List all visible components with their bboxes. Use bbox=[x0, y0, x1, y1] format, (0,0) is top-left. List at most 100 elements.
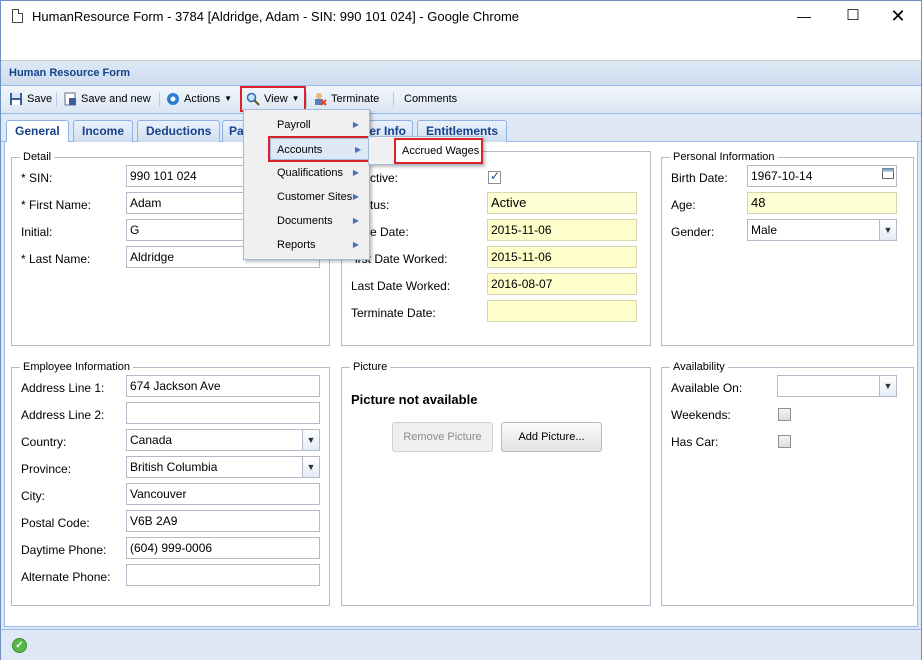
accounts-submenu: Accrued Wages bbox=[368, 136, 483, 165]
city-label: City: bbox=[21, 489, 45, 503]
terminate-date-label: Terminate Date: bbox=[351, 306, 436, 320]
last-date-worked-label: Last Date Worked: bbox=[351, 279, 451, 293]
first-name-label: * First Name: bbox=[21, 198, 92, 212]
birth-date-field[interactable]: 1967-10-14 bbox=[747, 165, 897, 187]
postal-code-label: Postal Code: bbox=[21, 516, 90, 530]
gender-value: Male bbox=[751, 223, 778, 237]
last-date-worked-field: 2016-08-07 bbox=[487, 273, 637, 295]
menu-item-label: Accounts bbox=[277, 144, 323, 156]
divider bbox=[393, 92, 394, 107]
chevron-down-icon[interactable]: ▼ bbox=[302, 430, 319, 450]
country-value: Canada bbox=[130, 433, 173, 447]
birth-date-value: 1967-10-14 bbox=[751, 169, 813, 183]
active-checkbox[interactable] bbox=[488, 169, 501, 184]
chevron-down-icon[interactable]: ▼ bbox=[302, 457, 319, 477]
employee-info-legend: Employee Information bbox=[23, 361, 130, 373]
tab-deductions[interactable]: Deductions bbox=[137, 120, 221, 142]
chevron-right-icon: ▶ bbox=[352, 192, 359, 201]
save-and-new-button[interactable]: Save and new bbox=[59, 88, 155, 110]
save-button[interactable]: Save bbox=[5, 88, 56, 110]
city-field[interactable]: Vancouver bbox=[126, 483, 320, 505]
menu-item-reports[interactable]: Reports ▶ bbox=[247, 234, 365, 256]
picture-message: Picture not available bbox=[351, 392, 478, 407]
menu-item-qualifications[interactable]: Qualifications ▶ bbox=[247, 162, 365, 184]
close-icon[interactable]: ✕ bbox=[886, 5, 910, 27]
window-title: HumanResource Form - 3784 [Aldridge, Ada… bbox=[32, 9, 520, 24]
has-car-checkbox[interactable] bbox=[778, 435, 791, 448]
browser-window: HumanResource Form - 3784 [Aldridge, Ada… bbox=[0, 0, 922, 660]
toolbar: Save Save and new Actions ▼ View ▼ Termi… bbox=[1, 86, 921, 114]
menu-item-documents[interactable]: Documents ▶ bbox=[247, 210, 365, 232]
availability-legend: Availability bbox=[673, 361, 725, 373]
comments-button[interactable]: Comments bbox=[400, 88, 461, 110]
chevron-right-icon: ▶ bbox=[352, 216, 359, 225]
tab-income[interactable]: Income bbox=[73, 120, 134, 142]
menu-item-customer-sites[interactable]: Customer Sites ▶ bbox=[247, 186, 365, 208]
maximize-icon[interactable]: ☐ bbox=[841, 5, 865, 27]
initial-label: Initial: bbox=[21, 225, 53, 239]
date-label: e Date: bbox=[370, 225, 409, 239]
active-label: ctive: bbox=[370, 171, 399, 185]
save-new-icon bbox=[64, 92, 76, 106]
terminate-button[interactable]: Terminate bbox=[309, 88, 383, 110]
address-bar bbox=[1, 32, 921, 61]
add-picture-button[interactable]: Add Picture... bbox=[501, 422, 602, 452]
form-body: Detail * SIN: 990 101 024 * First Name: … bbox=[4, 142, 918, 627]
weekends-label: Weekends: bbox=[671, 408, 731, 422]
alternate-phone-label: Alternate Phone: bbox=[21, 570, 111, 584]
save-and-new-label: Save and new bbox=[81, 93, 151, 105]
form-title: Human Resource Form bbox=[9, 67, 131, 79]
user-remove-icon bbox=[315, 93, 327, 106]
address-line-1-label: Address Line 1: bbox=[21, 381, 105, 395]
chevron-right-icon: ▶ bbox=[352, 120, 359, 129]
gender-select[interactable]: Male ▼ bbox=[747, 219, 897, 241]
age-label: Age: bbox=[671, 198, 696, 212]
tab-general[interactable]: General bbox=[6, 120, 69, 143]
actions-button[interactable]: Actions ▼ bbox=[162, 88, 236, 110]
alternate-phone-field[interactable] bbox=[126, 564, 320, 586]
daytime-phone-field[interactable]: (604) 999-0006 bbox=[126, 537, 320, 559]
terminate-date-field bbox=[487, 300, 637, 322]
address-line-1-field[interactable]: 674 Jackson Ave bbox=[126, 375, 320, 397]
country-label: Country: bbox=[21, 435, 67, 449]
menu-item-label: Reports bbox=[277, 239, 316, 251]
address-line-2-field[interactable] bbox=[126, 402, 320, 424]
status-bar: ✓ bbox=[1, 629, 921, 660]
status-label: tus: bbox=[370, 198, 390, 212]
province-select[interactable]: British Columbia ▼ bbox=[126, 456, 320, 478]
province-value: British Columbia bbox=[130, 460, 218, 474]
daytime-phone-label: Daytime Phone: bbox=[21, 543, 107, 557]
availability-fieldset: Availability bbox=[661, 361, 914, 606]
chevron-down-icon: ▼ bbox=[224, 94, 232, 103]
save-label: Save bbox=[27, 93, 53, 105]
country-select[interactable]: Canada ▼ bbox=[126, 429, 320, 451]
page-icon bbox=[12, 9, 23, 23]
first-date-worked-field: 2015-11-06 bbox=[487, 246, 637, 268]
chevron-right-icon: ▶ bbox=[352, 240, 359, 249]
postal-code-field[interactable]: V6B 2A9 bbox=[126, 510, 320, 532]
age-field: 48 bbox=[747, 192, 897, 214]
form-header: Human Resource Form bbox=[1, 61, 921, 86]
menu-item-label: Customer Sites bbox=[277, 191, 353, 203]
remove-picture-button[interactable]: Remove Picture bbox=[392, 422, 493, 452]
chevron-down-icon[interactable]: ▼ bbox=[879, 376, 896, 396]
menu-item-payroll[interactable]: Payroll ▶ bbox=[247, 114, 365, 136]
check-icon: ✓ bbox=[12, 638, 27, 653]
menu-item-label: Qualifications bbox=[277, 167, 344, 179]
save-icon bbox=[10, 93, 22, 105]
available-on-select[interactable]: ▼ bbox=[777, 375, 897, 397]
calendar-icon[interactable] bbox=[879, 166, 896, 186]
menu-item-label: Documents bbox=[277, 215, 333, 227]
gender-label: Gender: bbox=[671, 225, 715, 239]
title-bar: HumanResource Form - 3784 [Aldridge, Ada… bbox=[1, 1, 921, 32]
weekends-checkbox[interactable] bbox=[778, 408, 791, 421]
divider bbox=[159, 92, 160, 107]
menu-item-accrued-wages[interactable]: Accrued Wages bbox=[394, 138, 483, 164]
chevron-down-icon[interactable]: ▼ bbox=[879, 220, 896, 240]
province-label: Province: bbox=[21, 462, 72, 476]
view-button[interactable]: View ▼ bbox=[240, 86, 306, 112]
personal-info-legend: Personal Information bbox=[673, 151, 775, 163]
form-panel: Detail * SIN: 990 101 024 * First Name: … bbox=[1, 142, 921, 629]
minimize-icon[interactable]: — bbox=[792, 5, 816, 27]
gear-icon bbox=[167, 93, 179, 105]
